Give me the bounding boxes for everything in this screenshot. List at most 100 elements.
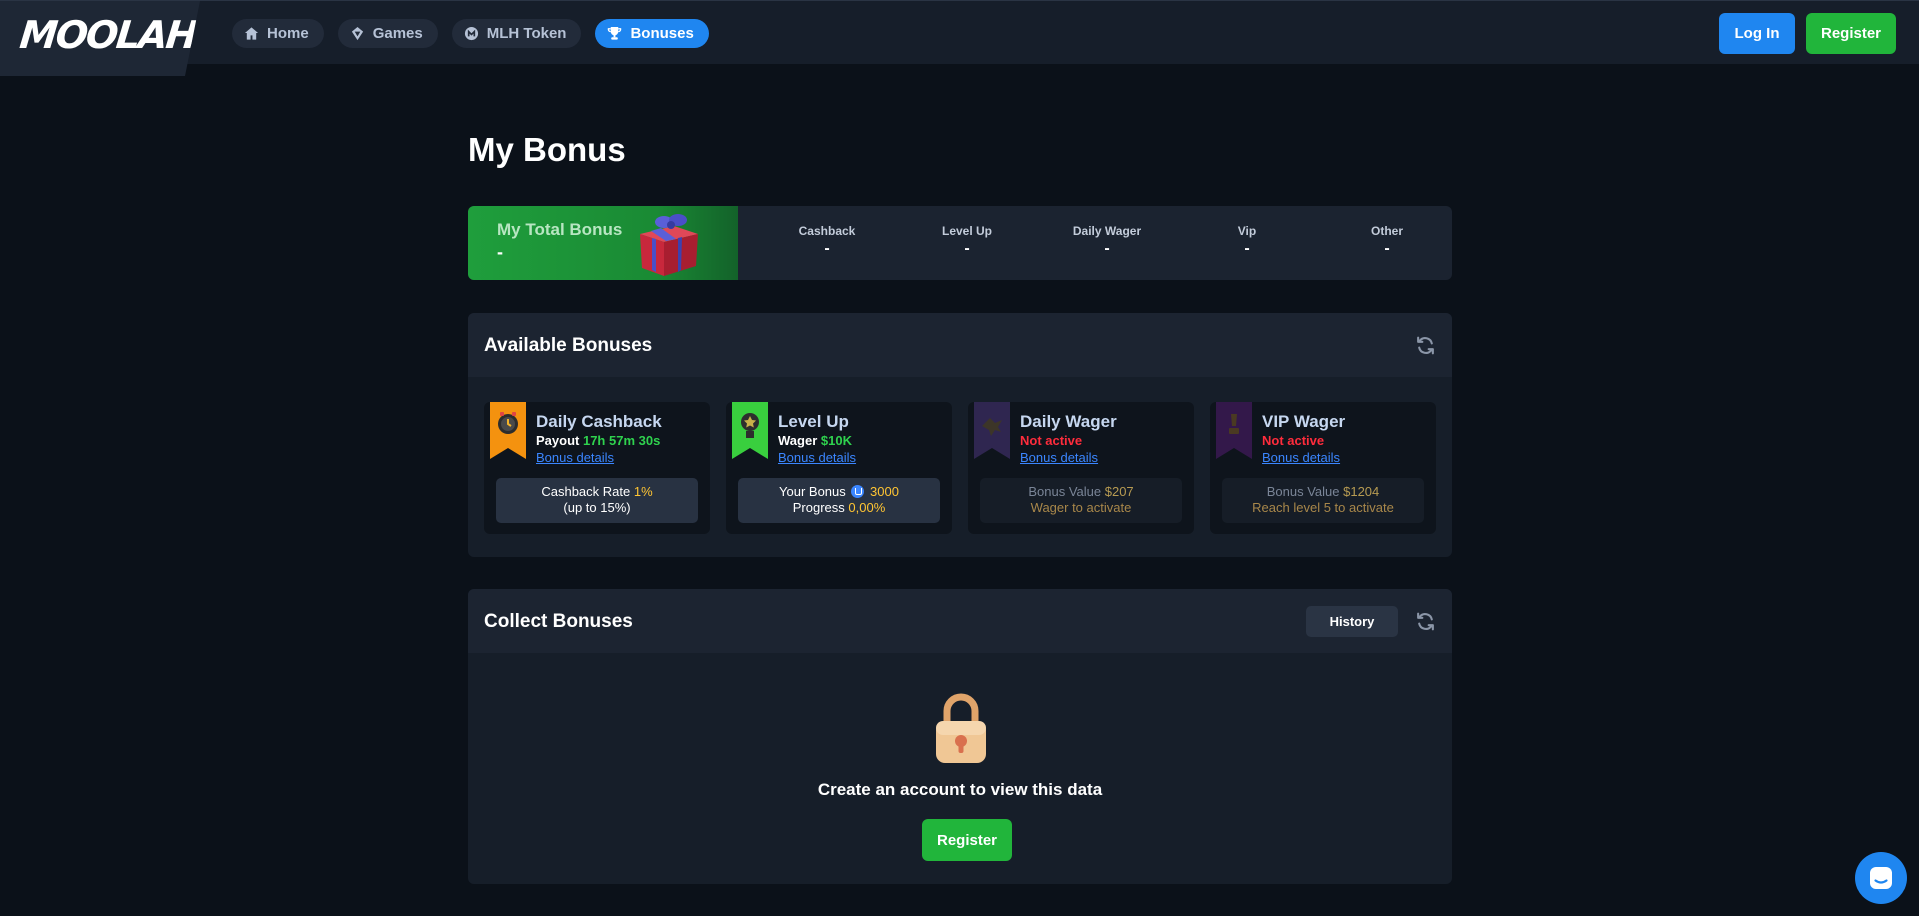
your-bonus-line: Your Bonus 3000 xyxy=(738,484,940,500)
total-bonus-label: My Total Bonus xyxy=(497,220,623,239)
main-nav: Home Games MLH Token Bonuses xyxy=(232,19,709,48)
daily-wager-value-label: Bonus Value xyxy=(1028,484,1102,499)
progress-value: 0,00% xyxy=(848,500,886,515)
stat-level-up: Level Up - xyxy=(897,224,1037,258)
stat-other: Other - xyxy=(1317,224,1452,258)
level-up-title: Level Up xyxy=(778,412,849,431)
daily-wager-details-link[interactable]: Bonus details xyxy=(1020,450,1098,465)
stat-daily-wager: Daily Wager - xyxy=(1037,224,1177,258)
nav-games-label: Games xyxy=(372,25,423,42)
token-icon xyxy=(464,26,478,41)
vip-wager-value-label: Bonus Value xyxy=(1266,484,1340,499)
collect-empty-message: Create an account to view this data xyxy=(817,780,1103,799)
cashback-ribbon-icon xyxy=(490,402,526,459)
stat-vip-label: Vip xyxy=(1237,224,1257,238)
vip-wager-requirement: Reach level 5 to activate xyxy=(1252,500,1394,515)
daily-wager-title: Daily Wager xyxy=(1020,412,1117,431)
vip-wager-card: VIP Wager Not active Bonus details Bonus… xyxy=(1210,402,1436,534)
cashback-rate-value: 1% xyxy=(633,484,653,499)
available-bonuses-panel: Available Bonuses Daily Cashback Payout … xyxy=(468,313,1452,557)
payout-label: Payout xyxy=(536,433,580,448)
stat-daily-wager-value: - xyxy=(1104,240,1110,257)
nav-home[interactable]: Home xyxy=(232,19,324,48)
daily-cashback-info-box: Cashback Rate 1% (up to 15%) xyxy=(496,478,698,523)
trophy-icon xyxy=(608,26,622,40)
history-button[interactable]: History xyxy=(1306,606,1398,637)
stat-daily-wager-label: Daily Wager xyxy=(1072,224,1142,238)
collect-bonuses-title: Collect Bonuses xyxy=(484,611,633,632)
nav-bonuses[interactable]: Bonuses xyxy=(595,19,709,48)
refresh-icon[interactable] xyxy=(1415,335,1436,356)
progress-label: Progress xyxy=(792,500,845,515)
login-button[interactable]: Log In xyxy=(1719,13,1795,54)
cashback-cap: (up to 15%) xyxy=(563,500,631,515)
lock-icon xyxy=(936,693,986,763)
wager-value: $10K xyxy=(820,433,852,448)
cashback-rate-label: Cashback Rate xyxy=(541,484,631,499)
refresh-icon[interactable] xyxy=(1415,611,1436,632)
top-bar: MOOLAH Home Games MLH Token Bonuses Log … xyxy=(0,0,1919,76)
total-bonus-value: - xyxy=(497,242,503,262)
cashback-rate-line: Cashback Rate 1% xyxy=(496,484,698,500)
daily-cashback-card: Daily Cashback Payout 17h 57m 30s Bonus … xyxy=(484,402,710,534)
nav-home-label: Home xyxy=(267,25,309,42)
games-icon xyxy=(351,26,363,41)
level-up-details-link[interactable]: Bonus details xyxy=(778,450,856,465)
daily-cashback-payout: Payout 17h 57m 30s xyxy=(536,433,660,448)
logo-area: MOOLAH xyxy=(0,1,200,76)
payout-countdown: 17h 57m 30s xyxy=(582,433,661,448)
level-up-ribbon-icon xyxy=(732,402,768,459)
daily-wager-status-text: Not active xyxy=(1020,433,1083,448)
nav-mlh-token-label: MLH Token xyxy=(486,25,567,42)
gift-icon xyxy=(640,214,698,276)
vip-wager-ribbon-icon xyxy=(1216,402,1252,459)
stat-cashback-label: Cashback xyxy=(798,224,856,238)
collect-bonuses-header: Collect Bonuses History xyxy=(468,589,1452,653)
your-bonus-value: 3000 xyxy=(870,484,899,499)
collect-register-button[interactable]: Register xyxy=(922,819,1012,861)
available-bonuses-title: Available Bonuses xyxy=(484,335,653,356)
register-button[interactable]: Register xyxy=(1806,13,1896,54)
stat-vip-value: - xyxy=(1244,240,1250,257)
your-bonus-label: Your Bonus xyxy=(779,484,846,499)
site-logo[interactable]: MOOLAH xyxy=(18,13,198,57)
stat-cashback-value: - xyxy=(824,240,830,257)
daily-wager-value-line: Bonus Value $207 xyxy=(980,484,1182,500)
daily-wager-card: Daily Wager Not active Bonus details Bon… xyxy=(968,402,1194,534)
support-chat-button[interactable] xyxy=(1855,852,1907,904)
vip-wager-info-box: Bonus Value $1204 Reach level 5 to activ… xyxy=(1222,478,1424,523)
level-up-info-box: Your Bonus 3000 Progress 0,00% xyxy=(738,478,940,523)
stat-other-value: - xyxy=(1384,240,1390,257)
vip-wager-value: $1204 xyxy=(1343,484,1380,499)
bonus-summary: My Total Bonus - Cashback - Level Up - D… xyxy=(468,206,1452,280)
daily-wager-requirement: Wager to activate xyxy=(1030,500,1132,515)
stat-level-up-label: Level Up xyxy=(941,224,992,238)
vip-wager-details-link[interactable]: Bonus details xyxy=(1262,450,1340,465)
mlh-coin-icon xyxy=(851,485,865,498)
daily-cashback-details-link[interactable]: Bonus details xyxy=(536,450,614,465)
stat-cashback: Cashback - xyxy=(757,224,897,258)
home-icon xyxy=(244,27,259,40)
stat-vip: Vip - xyxy=(1177,224,1317,258)
wager-label: Wager xyxy=(778,433,818,448)
chat-icon xyxy=(1870,867,1892,889)
total-bonus-box: My Total Bonus - xyxy=(468,206,738,280)
vip-wager-title: VIP Wager xyxy=(1262,412,1346,431)
vip-wager-value-line: Bonus Value $1204 xyxy=(1222,484,1424,500)
level-up-card: Level Up Wager $10K Bonus details Your B… xyxy=(726,402,952,534)
vip-wager-status-text: Not active xyxy=(1262,433,1325,448)
level-up-wager: Wager $10K xyxy=(778,433,852,448)
daily-wager-status: Not active xyxy=(1020,433,1082,448)
page-title: My Bonus xyxy=(468,131,626,168)
progress-line: Progress 0,00% xyxy=(738,500,940,516)
daily-cashback-title: Daily Cashback xyxy=(536,412,662,431)
stat-other-label: Other xyxy=(1370,224,1403,238)
nav-mlh-token[interactable]: MLH Token xyxy=(451,19,582,48)
daily-wager-ribbon-icon xyxy=(974,402,1010,459)
vip-wager-status: Not active xyxy=(1262,433,1324,448)
available-bonuses-header: Available Bonuses xyxy=(468,313,1452,377)
nav-games[interactable]: Games xyxy=(337,19,438,48)
nav-bonuses-label: Bonuses xyxy=(630,25,694,42)
daily-wager-value: $207 xyxy=(1104,484,1134,499)
collect-bonuses-panel: Collect Bonuses History Create an accoun… xyxy=(468,589,1452,884)
